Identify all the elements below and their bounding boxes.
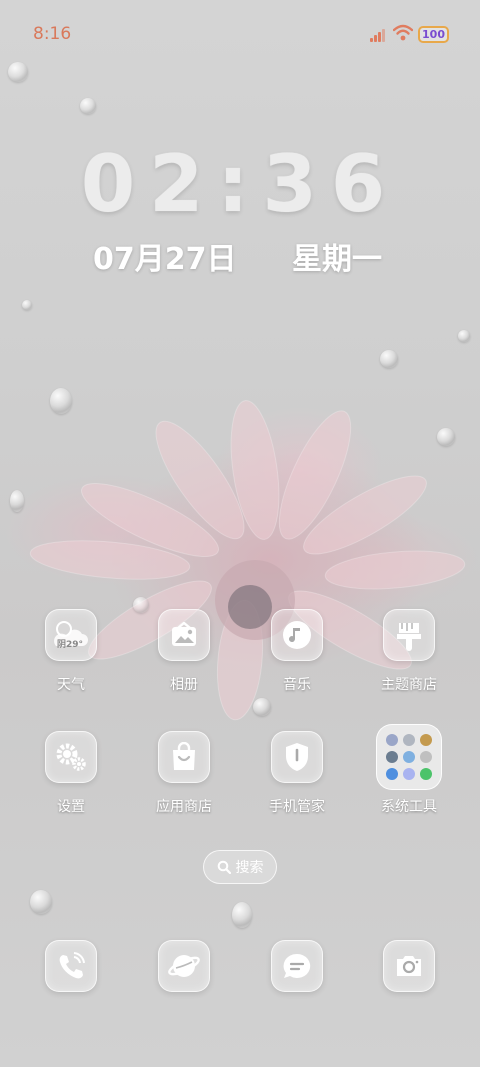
battery-indicator: 100	[418, 26, 449, 43]
gallery-icon	[158, 609, 210, 661]
wifi-icon	[393, 24, 413, 41]
water-drop	[50, 388, 72, 414]
app-label: 主题商店	[381, 677, 437, 693]
app-weather[interactable]: 阴29° 天气	[21, 609, 121, 694]
folder-icon	[376, 724, 442, 790]
gear-icon	[45, 731, 97, 783]
status-time: 8:16	[33, 24, 72, 44]
app-label: 手机管家	[269, 799, 325, 815]
water-drop	[10, 490, 24, 512]
app-label: 音乐	[283, 677, 311, 693]
search-button[interactable]: 搜索	[203, 850, 277, 884]
phone-icon	[45, 940, 97, 992]
app-gallery[interactable]: 相册	[134, 609, 234, 694]
app-label: 相册	[170, 677, 198, 693]
app-store-icon	[158, 731, 210, 783]
app-label: 应用商店	[156, 799, 212, 815]
dock-phone[interactable]	[21, 940, 121, 992]
status-bar: 8:16 100	[0, 0, 480, 66]
app-phone-manager[interactable]: 手机管家	[247, 731, 347, 816]
dock-browser[interactable]	[134, 940, 234, 992]
water-drop	[253, 698, 271, 716]
folder-system-tools[interactable]: 系统工具	[359, 724, 459, 816]
app-label: 系统工具	[381, 799, 437, 815]
app-music[interactable]: 音乐	[247, 609, 347, 694]
app-app-store[interactable]: 应用商店	[134, 731, 234, 816]
water-drop	[30, 890, 52, 914]
lock-clock[interactable]: 02:36	[0, 140, 480, 230]
weather-icon: 阴29°	[45, 609, 97, 661]
signal-icon	[370, 28, 387, 42]
app-label: 天气	[57, 677, 85, 693]
weekday-label: 星期一	[292, 242, 382, 277]
water-drop	[437, 428, 455, 446]
weather-widget-text: 阴29°	[57, 640, 84, 650]
browser-icon	[158, 940, 210, 992]
theme-store-icon	[383, 609, 435, 661]
water-drop	[232, 902, 252, 928]
water-drop	[22, 300, 32, 310]
water-drop	[458, 330, 470, 342]
water-drop	[380, 350, 398, 368]
camera-icon	[383, 940, 435, 992]
message-icon	[271, 940, 323, 992]
app-label: 设置	[57, 799, 85, 815]
app-settings[interactable]: 设置	[21, 731, 121, 816]
search-icon	[217, 860, 231, 874]
date-label: 07月27日	[93, 242, 237, 277]
dock-camera[interactable]	[359, 940, 459, 992]
dock-messages[interactable]	[247, 940, 347, 992]
water-drop	[80, 98, 96, 114]
music-icon	[271, 609, 323, 661]
phone-manager-icon	[271, 731, 323, 783]
search-label: 搜索	[235, 860, 264, 876]
app-theme-store[interactable]: 主题商店	[359, 609, 459, 694]
